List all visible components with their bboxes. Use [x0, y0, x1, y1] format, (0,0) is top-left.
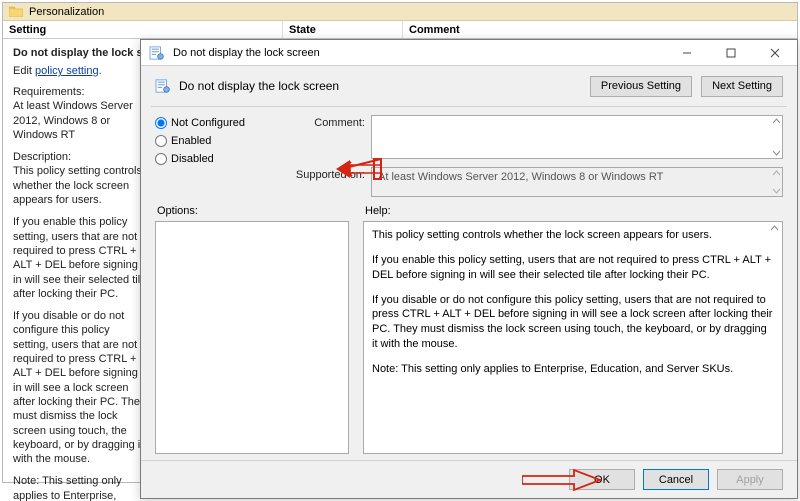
next-setting-button[interactable]: Next Setting	[701, 76, 783, 97]
cancel-button[interactable]: Cancel	[643, 469, 709, 490]
policy-icon	[155, 79, 171, 93]
help-p3: Note: This setting only applies to Enter…	[372, 362, 774, 377]
help-p2: If you disable or do not configure this …	[372, 293, 774, 352]
supported-on-field: At least Windows Server 2012, Windows 8 …	[371, 167, 783, 197]
help-p0: This policy setting controls whether the…	[372, 228, 774, 243]
description-note: Note: This setting only applies to Enter…	[13, 474, 148, 501]
radio-disabled-input[interactable]	[155, 153, 167, 165]
radio-enabled[interactable]: Enabled	[155, 135, 265, 147]
requirements-text: At least Windows Server 2012, Windows 8 …	[13, 100, 133, 141]
maximize-icon	[726, 48, 736, 58]
close-icon	[770, 48, 780, 58]
policy-edit-dialog: Do not display the lock screen Do not di…	[140, 39, 798, 499]
supported-on-label: Supported on:	[285, 167, 365, 181]
help-box: This policy setting controls whether the…	[363, 221, 783, 454]
col-setting[interactable]: Setting	[3, 21, 283, 38]
help-label: Help:	[365, 205, 783, 217]
folder-icon	[9, 6, 23, 17]
dialog-header-title: Do not display the lock screen	[179, 79, 339, 93]
chevron-down-icon	[773, 187, 780, 194]
chevron-up-icon	[773, 170, 780, 177]
description-disable: If you disable or do not configure this …	[13, 309, 148, 466]
radio-enabled-input[interactable]	[155, 135, 167, 147]
mmc-column-headers: Setting State Comment	[3, 21, 797, 39]
chevron-up-icon	[773, 118, 780, 125]
col-state[interactable]: State	[283, 21, 403, 38]
policy-icon	[149, 46, 165, 60]
minimize-icon	[682, 48, 692, 58]
chevron-up-icon	[771, 225, 778, 232]
requirements-label: Requirements:	[13, 86, 85, 98]
previous-setting-button[interactable]: Previous Setting	[590, 76, 692, 97]
options-label: Options:	[157, 205, 349, 217]
radio-not-configured-input[interactable]	[155, 117, 167, 129]
dialog-titlebar[interactable]: Do not display the lock screen	[141, 40, 797, 66]
description-label: Description:	[13, 151, 71, 163]
chevron-down-icon	[773, 149, 780, 156]
ok-button[interactable]: OK	[569, 469, 635, 490]
col-comment[interactable]: Comment	[403, 21, 797, 38]
radio-not-configured[interactable]: Not Configured	[155, 117, 265, 129]
comment-label: Comment:	[285, 115, 365, 129]
dialog-title: Do not display the lock screen	[173, 47, 320, 59]
maximize-button[interactable]	[709, 40, 753, 65]
apply-button[interactable]: Apply	[717, 469, 783, 490]
close-button[interactable]	[753, 40, 797, 65]
mmc-window-title: Personalization	[29, 6, 104, 18]
help-p1: If you enable this policy setting, users…	[372, 253, 774, 283]
minimize-button[interactable]	[665, 40, 709, 65]
description-text: This policy setting controls whether the…	[13, 165, 142, 206]
description-enable: If you enable this policy setting, users…	[13, 215, 148, 301]
comment-field[interactable]	[371, 115, 783, 159]
radio-disabled[interactable]: Disabled	[155, 153, 265, 165]
options-box	[155, 221, 349, 454]
edit-policy-link[interactable]: policy setting	[35, 65, 99, 77]
